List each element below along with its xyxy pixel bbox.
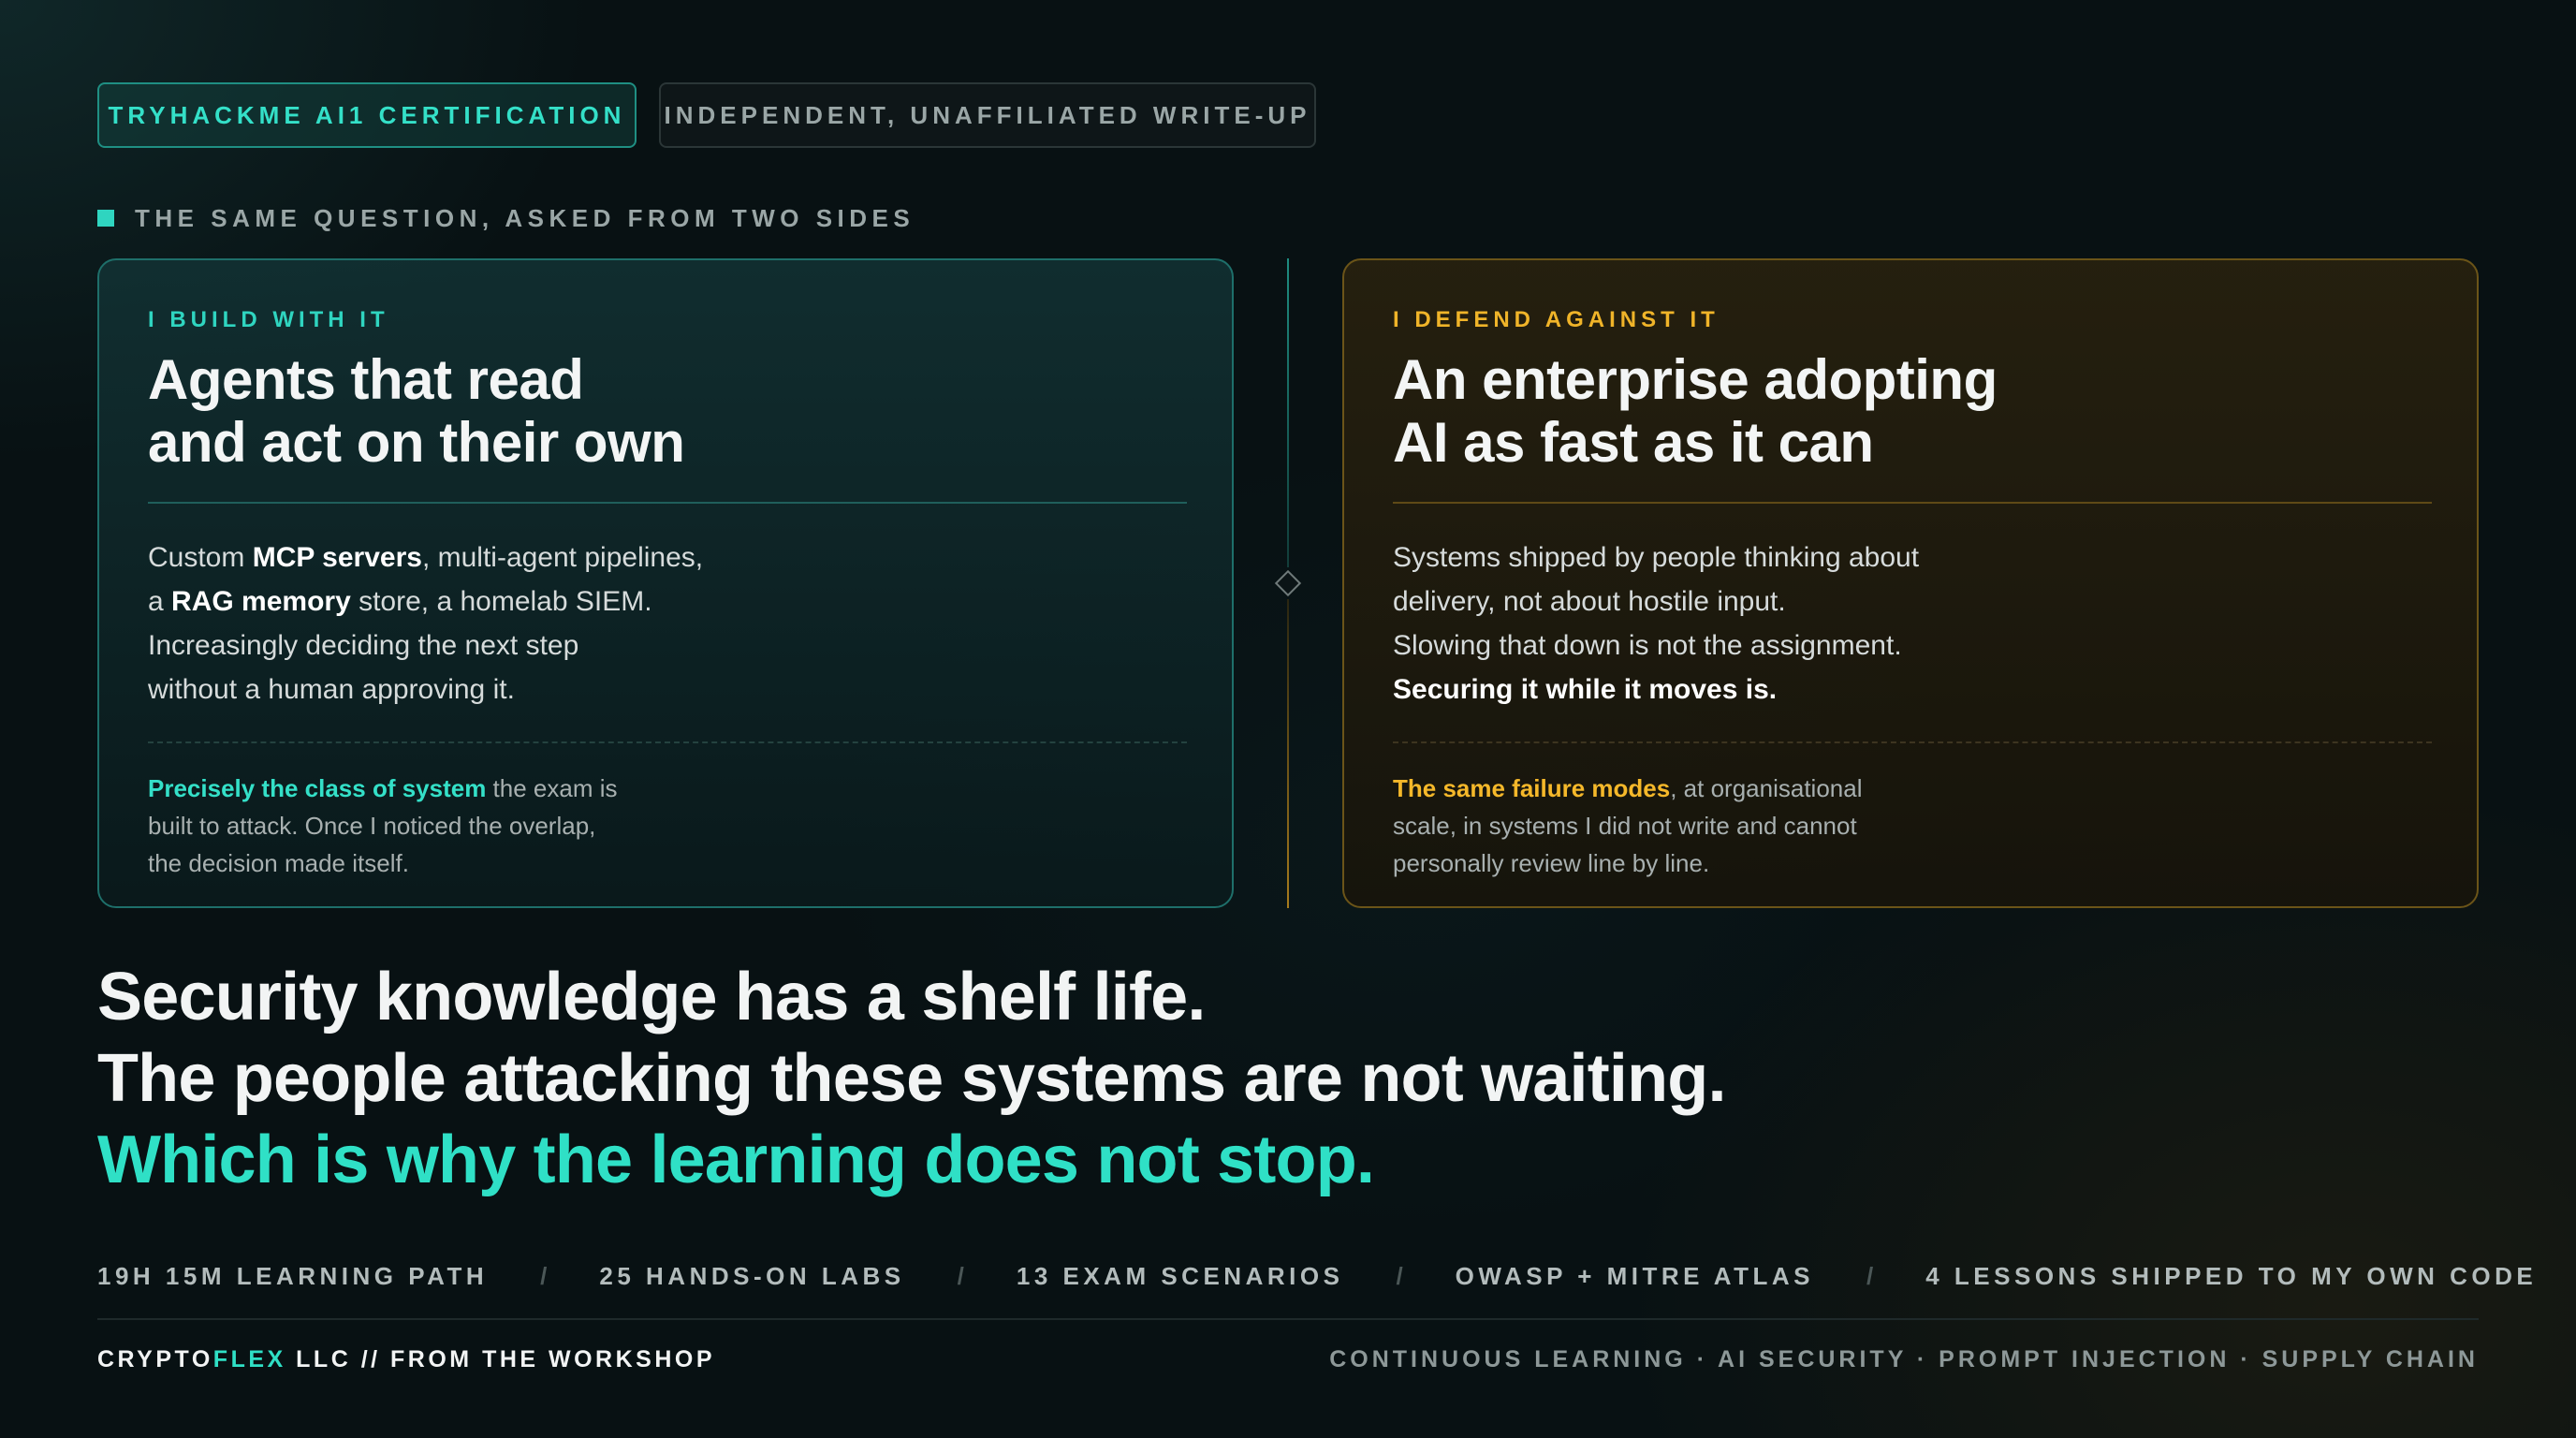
defend-card-title: An enterprise adopting AI as fast as it … — [1393, 348, 2422, 474]
diamond-icon — [1274, 569, 1302, 597]
body-line: a RAG memory store, a homelab SIEM. — [148, 586, 652, 617]
stat-item: 25 HANDS-ON LABS — [599, 1261, 905, 1290]
body-line: Systems shipped by people thinking about — [1393, 542, 1920, 573]
build-card-dashed-divider — [148, 741, 1187, 743]
slide: TRYHACKME AI1 CERTIFICATION INDEPENDENT,… — [0, 0, 2576, 1438]
certification-badge: TRYHACKME AI1 CERTIFICATION — [97, 82, 637, 148]
defend-card-eyebrow: I DEFEND AGAINST IT — [1393, 307, 1720, 332]
stat-separator: / — [957, 1261, 964, 1290]
stat-item: 19H 15M LEARNING PATH — [97, 1261, 489, 1290]
stat-item: 13 EXAM SCENARIOS — [1016, 1261, 1344, 1290]
defend-card-title-line: AI as fast as it can — [1393, 411, 1874, 474]
footer-tags: CONTINUOUS LEARNING · AI SECURITY · PROM… — [1329, 1346, 2479, 1372]
footer-brand: CRYPTOFLEX LLC // FROM THE WORKSHOP — [97, 1346, 716, 1372]
body-line: Slowing that down is not the assignment. — [1393, 630, 1902, 661]
footnote-line: Precisely the class of system the exam i… — [148, 774, 618, 802]
footnote-line: The same failure modes, at organisationa… — [1393, 774, 1863, 802]
stats-row: 19H 15M LEARNING PATH / 25 HANDS-ON LABS… — [97, 1260, 2537, 1292]
square-bullet-icon — [97, 210, 114, 227]
build-card: I BUILD WITH IT Agents that read and act… — [97, 258, 1234, 908]
build-card-title-line: Agents that read — [148, 348, 584, 411]
footnote-line: personally review line by line. — [1393, 849, 1710, 877]
defend-card: I DEFEND AGAINST IT An enterprise adopti… — [1342, 258, 2479, 908]
headline: Security knowledge has a shelf life. The… — [97, 957, 2484, 1201]
defend-card-footnote: The same failure modes, at organisationa… — [1393, 770, 2422, 882]
body-line: Custom MCP servers, multi-agent pipeline… — [148, 542, 704, 573]
stat-separator: / — [540, 1261, 548, 1290]
build-card-divider — [148, 502, 1187, 504]
headline-line: The people attacking these systems are n… — [97, 1041, 1727, 1116]
headline-accent-line: Which is why the learning does not stop. — [97, 1123, 1375, 1197]
stat-separator: / — [1866, 1261, 1874, 1290]
center-divider-top — [1287, 258, 1289, 567]
footnote-line: built to attack. Once I noticed the over… — [148, 812, 596, 840]
footnote-line: the decision made itself. — [148, 849, 409, 877]
body-line: Increasingly deciding the next step — [148, 630, 579, 661]
build-card-body: Custom MCP servers, multi-agent pipeline… — [148, 536, 1178, 712]
center-divider-bottom — [1287, 599, 1289, 908]
defend-card-dashed-divider — [1393, 741, 2432, 743]
build-card-eyebrow: I BUILD WITH IT — [148, 307, 389, 332]
section-label: THE SAME QUESTION, ASKED FROM TWO SIDES — [97, 204, 915, 232]
stat-separator: / — [1396, 1261, 1403, 1290]
section-label-text: THE SAME QUESTION, ASKED FROM TWO SIDES — [135, 203, 915, 232]
disclaimer-badge: INDEPENDENT, UNAFFILIATED WRITE-UP — [659, 82, 1316, 148]
stat-item: OWASP + MITRE ATLAS — [1455, 1261, 1814, 1290]
body-line: without a human approving it. — [148, 674, 515, 705]
footnote-line: scale, in systems I did not write and ca… — [1393, 812, 1857, 840]
defend-card-divider — [1393, 502, 2432, 504]
body-line: Securing it while it moves is. — [1393, 674, 1778, 705]
build-card-footnote: Precisely the class of system the exam i… — [148, 770, 1178, 882]
build-card-title: Agents that read and act on their own — [148, 348, 1178, 474]
headline-line: Security knowledge has a shelf life. — [97, 960, 1206, 1034]
build-card-title-line: and act on their own — [148, 411, 685, 474]
stat-item: 4 LESSONS SHIPPED TO MY OWN CODE — [1925, 1261, 2538, 1290]
defend-card-body: Systems shipped by people thinking about… — [1393, 536, 2422, 712]
defend-card-title-line: An enterprise adopting — [1393, 348, 1998, 411]
footer-divider — [97, 1318, 2479, 1320]
body-line: delivery, not about hostile input. — [1393, 586, 1786, 617]
